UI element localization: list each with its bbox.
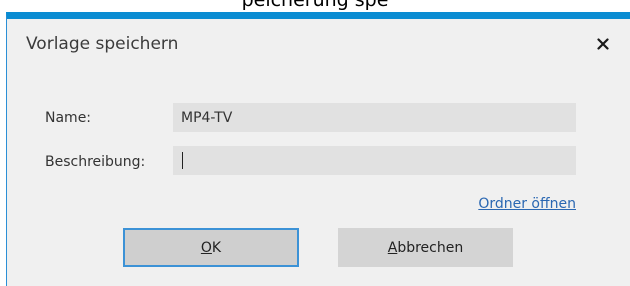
cancel-button-mnemonic: A bbox=[387, 239, 398, 256]
background-window-text: peicherung spe bbox=[241, 0, 389, 11]
close-icon bbox=[597, 38, 609, 50]
cancel-button-label: bbrechen bbox=[397, 239, 464, 256]
cancel-button[interactable]: Abbrechen bbox=[338, 228, 513, 267]
name-label: Name: bbox=[45, 110, 92, 126]
name-field[interactable]: MP4-TV bbox=[173, 103, 576, 132]
close-button[interactable] bbox=[588, 29, 618, 59]
ok-button-label: K bbox=[211, 239, 222, 256]
open-folder-link[interactable]: Ordner öffnen bbox=[478, 196, 576, 212]
background-window-fragment: peicherung spe bbox=[0, 0, 630, 12]
page: peicherung spe Vorlage speichern Name: M… bbox=[0, 0, 630, 286]
ok-button-mnemonic: O bbox=[200, 239, 212, 256]
ok-button[interactable]: OK bbox=[123, 228, 299, 267]
text-caret bbox=[182, 152, 183, 169]
description-label: Beschreibung: bbox=[45, 154, 146, 170]
dialog-title: Vorlage speichern bbox=[26, 34, 179, 54]
description-field[interactable] bbox=[173, 146, 576, 175]
save-template-dialog: Vorlage speichern Name: MP4-TV Beschreib… bbox=[6, 12, 630, 286]
name-field-value: MP4-TV bbox=[181, 109, 233, 126]
